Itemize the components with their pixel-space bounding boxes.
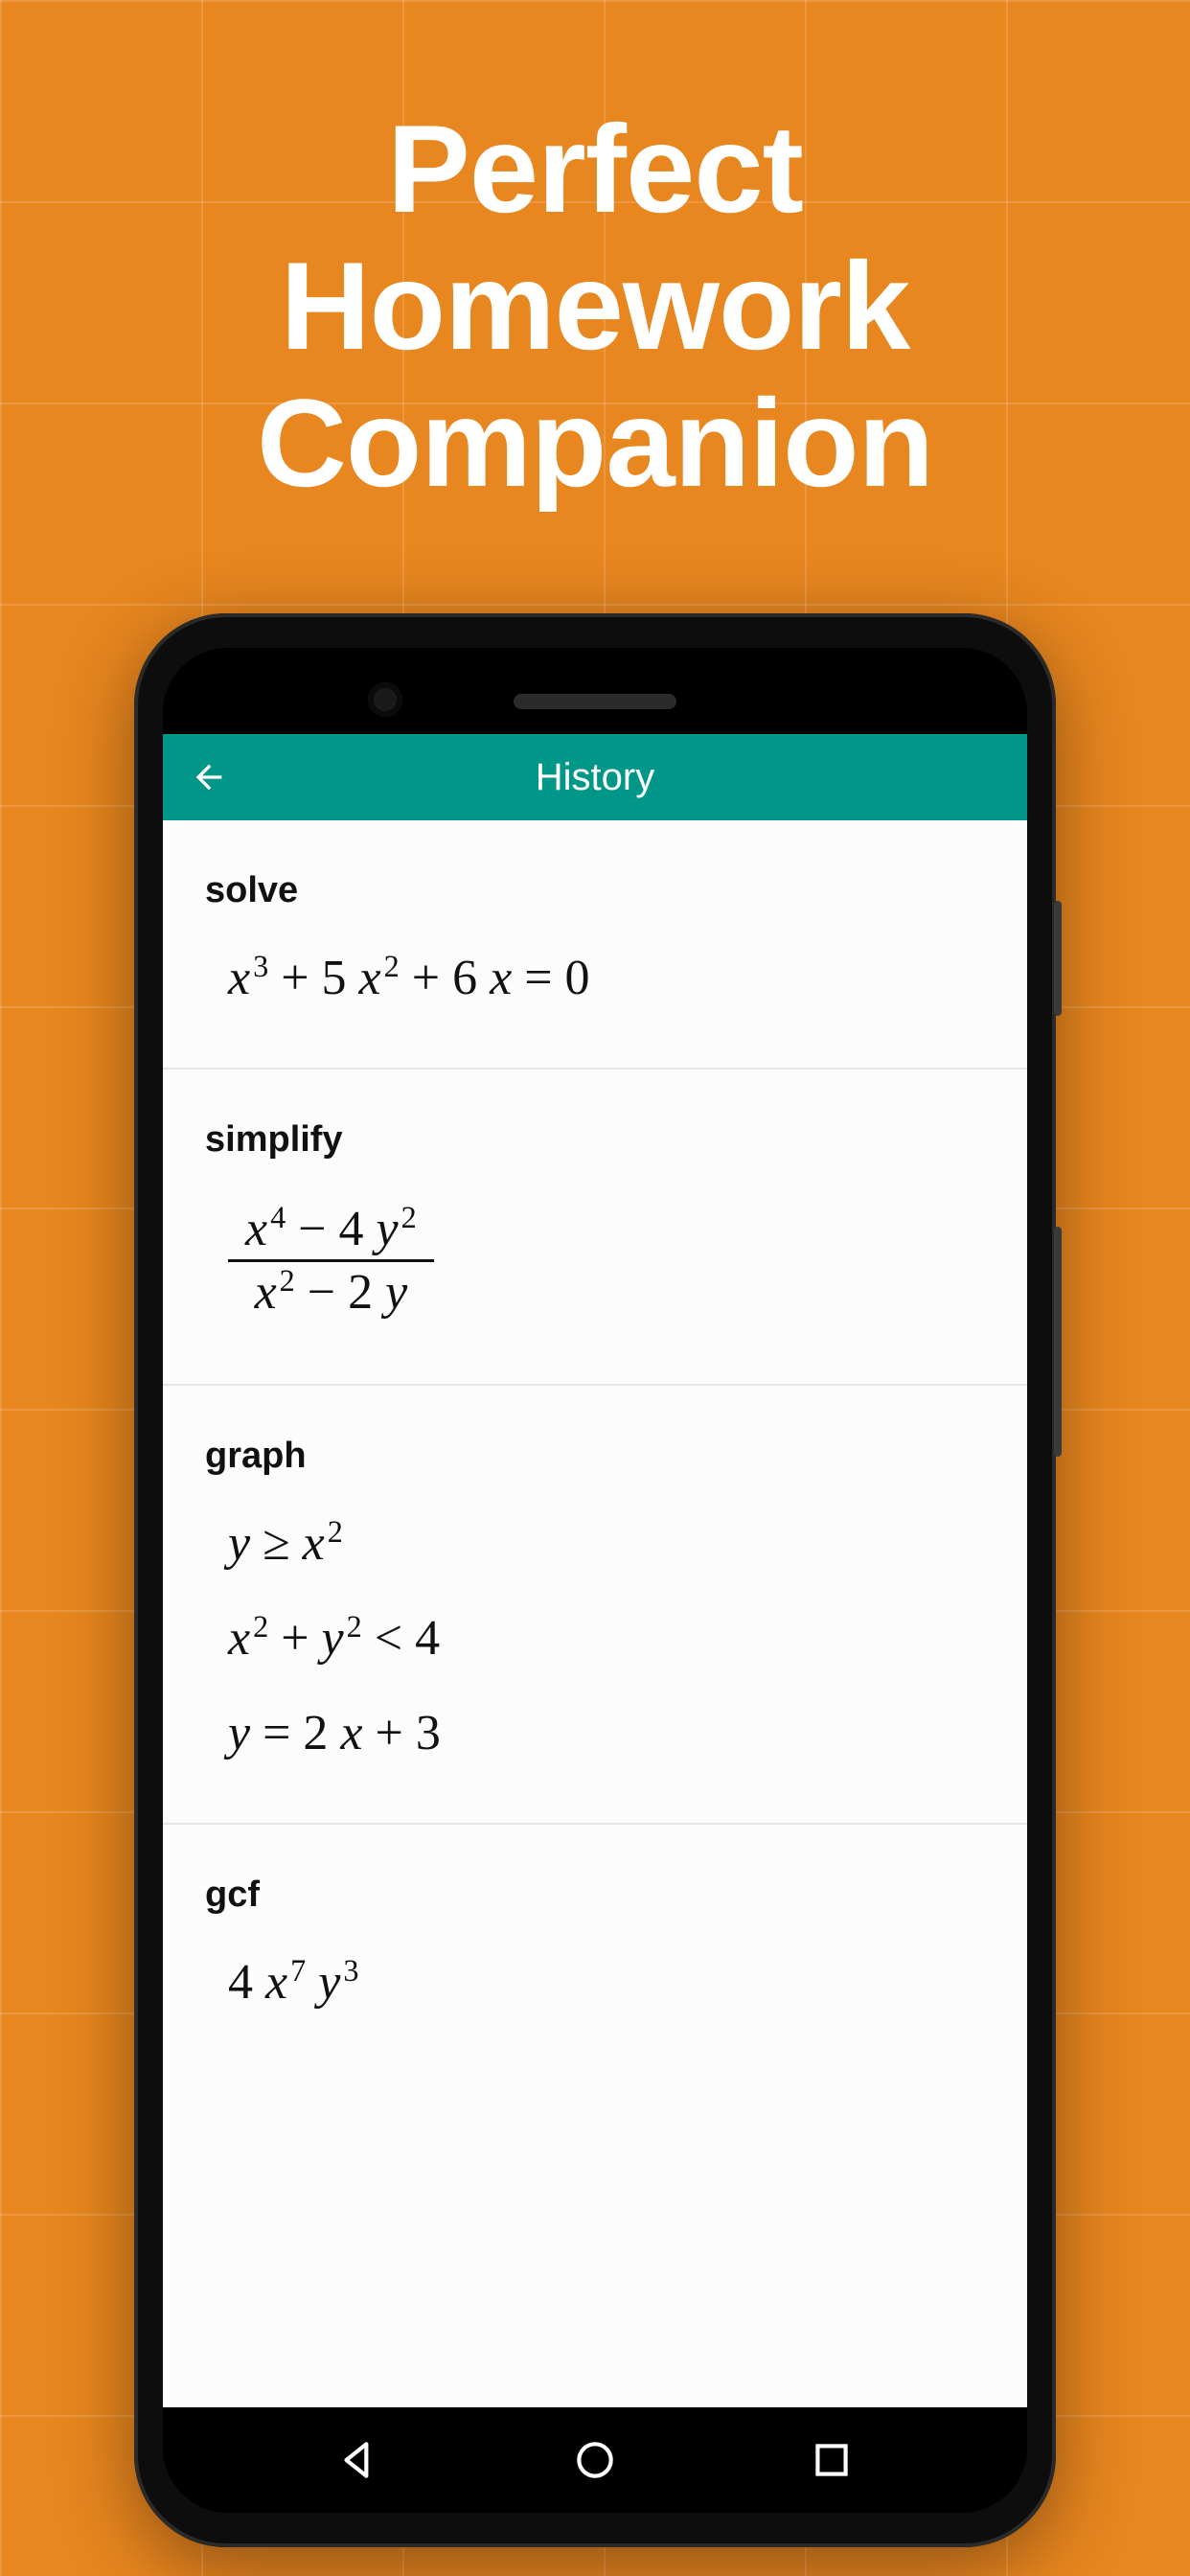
speaker-slot xyxy=(514,694,676,709)
history-item-label: simplify xyxy=(205,1119,985,1161)
equation-solve: x3 + 5 x2 + 6 x = 0 xyxy=(205,950,985,1006)
promo-headline: Perfect Homework Companion xyxy=(0,0,1190,512)
history-item-graph[interactable]: graph y ≥ x2 x2 + y2 < 4 y = 2 x + 3 xyxy=(163,1386,1027,1825)
back-arrow-icon[interactable] xyxy=(190,758,228,796)
history-item-solve[interactable]: solve x3 + 5 x2 + 6 x = 0 xyxy=(163,820,1027,1070)
fraction: x4 − 4 y2 x2 − 2 y xyxy=(228,1199,434,1322)
app-screen: History solve x3 + 5 x2 + 6 x = 0 simpli… xyxy=(163,734,1027,2407)
equation-graph-3: y = 2 x + 3 xyxy=(205,1705,985,1761)
nav-recents-icon[interactable] xyxy=(808,2436,856,2484)
headline-line1: Perfect xyxy=(387,99,803,239)
app-bar: History xyxy=(163,734,1027,820)
history-item-gcf[interactable]: gcf 4 x7 y3 xyxy=(163,1825,1027,2072)
power-button[interactable] xyxy=(1054,901,1062,1016)
history-item-label: solve xyxy=(205,870,985,911)
android-nav-bar xyxy=(163,2407,1027,2513)
nav-home-icon[interactable] xyxy=(571,2436,619,2484)
headline-line3: Companion xyxy=(257,373,933,513)
nav-back-icon[interactable] xyxy=(334,2436,382,2484)
phone-frame: History solve x3 + 5 x2 + 6 x = 0 simpli… xyxy=(134,613,1056,2547)
history-item-label: gcf xyxy=(205,1874,985,1916)
equation-graph-1: y ≥ x2 xyxy=(205,1515,985,1572)
page-title: History xyxy=(163,756,1027,799)
history-item-simplify[interactable]: simplify x4 − 4 y2 x2 − 2 y xyxy=(163,1070,1027,1386)
phone-bezel: History solve x3 + 5 x2 + 6 x = 0 simpli… xyxy=(163,648,1027,2513)
equation-graph-2: x2 + y2 < 4 xyxy=(205,1610,985,1667)
history-item-label: graph xyxy=(205,1436,985,1477)
front-camera xyxy=(368,682,402,717)
headline-line2: Homework xyxy=(281,236,910,376)
history-list[interactable]: solve x3 + 5 x2 + 6 x = 0 simplify x4 − … xyxy=(163,820,1027,2407)
volume-button[interactable] xyxy=(1054,1227,1062,1457)
equation-gcf: 4 x7 y3 xyxy=(205,1954,985,2011)
equation-simplify: x4 − 4 y2 x2 − 2 y xyxy=(205,1199,985,1322)
phone-top-bezel xyxy=(163,648,1027,734)
